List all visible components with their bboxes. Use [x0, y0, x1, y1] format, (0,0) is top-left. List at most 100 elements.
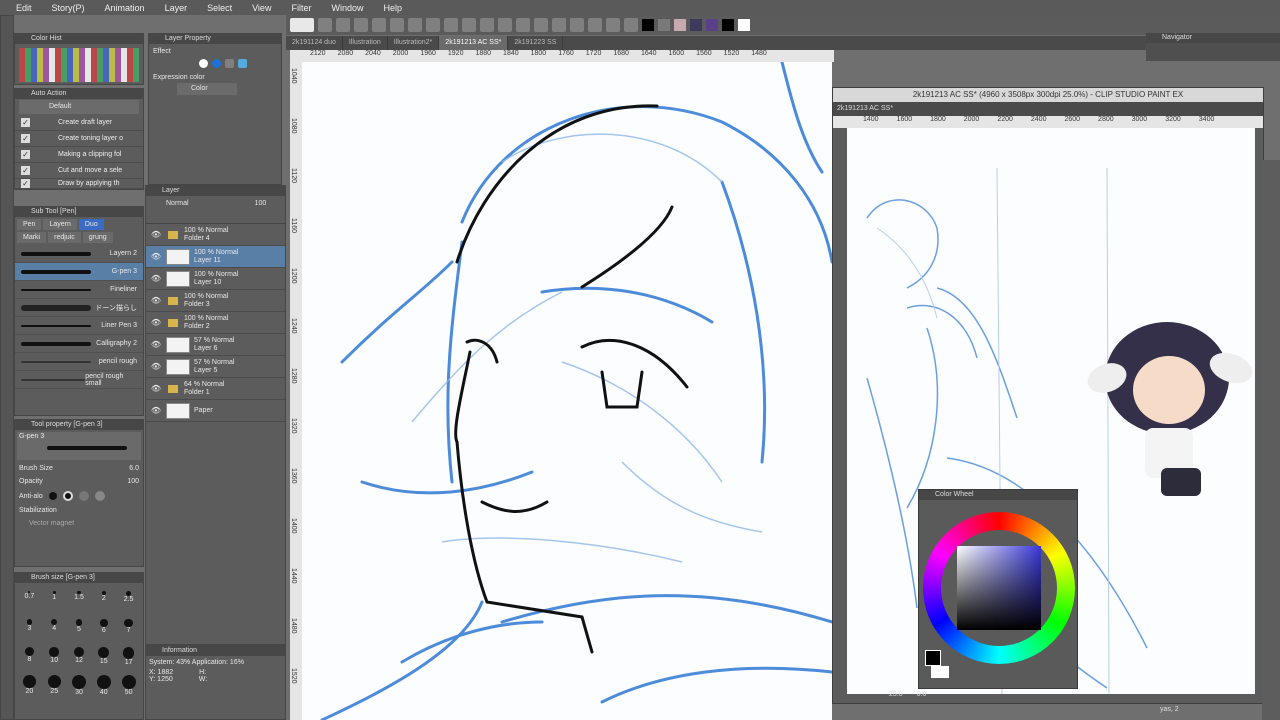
auto-action-item[interactable]: ✓ Create toning layer o: [15, 131, 143, 147]
zoom-value[interactable]: 25.0: [889, 691, 903, 703]
layer-row[interactable]: 👁 57 % Normal Layer 5: [146, 356, 285, 378]
visibility-eye-icon[interactable]: 👁: [150, 406, 162, 415]
zoom-out-icon[interactable]: [444, 18, 458, 32]
checkbox-icon[interactable]: ✓: [21, 166, 30, 175]
expression-color-select[interactable]: Color: [177, 83, 237, 95]
tab-grung[interactable]: grung: [82, 232, 113, 243]
brush-size-option[interactable]: 40: [91, 675, 116, 701]
drawing-canvas[interactable]: [302, 62, 832, 720]
brush-size-value[interactable]: 6.0: [129, 465, 139, 472]
brush-item-selected[interactable]: G-pen 3: [15, 263, 143, 281]
layer-opacity-value[interactable]: 100: [255, 200, 267, 207]
menu-view[interactable]: View: [252, 3, 271, 13]
visibility-eye-icon[interactable]: 👁: [150, 274, 162, 283]
vector-magnet-label[interactable]: Vector magnet: [15, 517, 143, 530]
fill-icon[interactable]: [390, 18, 404, 32]
gradient-tool-icon[interactable]: [624, 18, 638, 32]
brush-size-option[interactable]: 12: [67, 647, 92, 673]
layer-row[interactable]: 👁 57 % Normal Layer 6: [146, 334, 285, 356]
menu-story[interactable]: Story(P): [52, 3, 85, 13]
brush-item[interactable]: Calligraphy 2: [15, 335, 143, 353]
swatch-gray[interactable]: [658, 19, 670, 31]
auto-action-item[interactable]: ✓ Create draft layer: [15, 115, 143, 131]
app-logo-icon[interactable]: [290, 18, 314, 32]
visibility-eye-icon[interactable]: 👁: [150, 362, 162, 371]
visibility-eye-icon[interactable]: 👁: [150, 384, 162, 393]
blend-mode-select[interactable]: Normal: [166, 200, 189, 207]
checkbox-icon[interactable]: ✓: [21, 150, 30, 159]
auto-action-item[interactable]: ✓ Cut and move a sele: [15, 163, 143, 179]
brush-item[interactable]: pencil rough: [15, 353, 143, 371]
layer-row[interactable]: 👁 100 % Normal Folder 2: [146, 312, 285, 334]
opacity-value[interactable]: 100: [127, 478, 139, 485]
visibility-eye-icon[interactable]: 👁: [150, 318, 162, 327]
tab-redjuic[interactable]: redjuic: [48, 232, 81, 243]
menu-window[interactable]: Window: [331, 3, 363, 13]
brush-size-option[interactable]: 15: [91, 647, 116, 673]
brush-item[interactable]: Layern 2: [15, 245, 143, 263]
tab-duo[interactable]: Duo: [78, 219, 104, 230]
tab-layern[interactable]: Layern: [43, 219, 77, 230]
menu-help[interactable]: Help: [383, 3, 402, 13]
swatch-black-2[interactable]: [722, 19, 734, 31]
brush-size-option[interactable]: 25: [42, 675, 67, 701]
transform-icon[interactable]: [408, 18, 422, 32]
visibility-eye-icon[interactable]: 👁: [150, 340, 162, 349]
brush-size-option[interactable]: 20: [17, 675, 42, 701]
tab-document[interactable]: 2k191223 SS: [508, 36, 564, 50]
auto-action-item[interactable]: ✓ Draw by applying th: [15, 179, 143, 189]
tone-effect-icon[interactable]: [212, 59, 221, 68]
tab-document-active[interactable]: 2k191213 AC SS*: [439, 36, 509, 50]
ruler-snap-icon[interactable]: [516, 18, 530, 32]
brush-item[interactable]: ドーン描らし: [15, 299, 143, 317]
layer-row[interactable]: 👁 100 % Normal Layer 10: [146, 268, 285, 290]
menu-animation[interactable]: Animation: [105, 3, 145, 13]
clear-icon[interactable]: [354, 18, 368, 32]
blend-tool-icon[interactable]: [588, 18, 602, 32]
swatch-black[interactable]: [642, 19, 654, 31]
opacity-row[interactable]: Opacity 100: [15, 475, 143, 488]
tab-document[interactable]: Illustration: [343, 36, 388, 50]
brush-size-option[interactable]: 4: [42, 619, 67, 645]
checkbox-icon[interactable]: ✓: [21, 134, 30, 143]
zoom-in-icon[interactable]: [426, 18, 440, 32]
pen-tool-icon[interactable]: [534, 18, 548, 32]
layer-row[interactable]: 👁 64 % Normal Folder 1: [146, 378, 285, 400]
swatch-white[interactable]: [738, 19, 750, 31]
layer-row[interactable]: 👁 Paper: [146, 400, 285, 422]
brush-size-option[interactable]: 2.5: [116, 591, 141, 617]
undo-icon[interactable]: [318, 18, 332, 32]
fill-tool-icon[interactable]: [606, 18, 620, 32]
main-color-swatch[interactable]: [925, 650, 941, 666]
swatch-purple[interactable]: [706, 19, 718, 31]
antialias-mid-icon[interactable]: [78, 491, 89, 501]
visibility-eye-icon[interactable]: 👁: [150, 296, 162, 305]
snap-icon[interactable]: [498, 18, 512, 32]
visibility-eye-icon[interactable]: 👁: [150, 252, 162, 261]
tab-marki[interactable]: Marki: [17, 232, 47, 243]
menu-select[interactable]: Select: [207, 3, 232, 13]
brush-size-option[interactable]: 17: [116, 647, 141, 673]
antialias-weak-icon[interactable]: [62, 491, 73, 501]
pattern-effect-icon[interactable]: [225, 59, 234, 68]
brush-item[interactable]: Fineliner: [15, 281, 143, 299]
layer-row[interactable]: 👁 100 % Normal Folder 4: [146, 224, 285, 246]
brush-size-option[interactable]: 2: [91, 591, 116, 617]
brush-item[interactable]: pencil rough small: [15, 371, 143, 389]
brush-size-option[interactable]: 30: [67, 675, 92, 701]
saturation-value-square[interactable]: [957, 546, 1041, 630]
brush-size-option[interactable]: 8: [17, 647, 42, 673]
brush-item[interactable]: Liner Pen 3: [15, 317, 143, 335]
auto-action-set-select[interactable]: Default: [19, 100, 139, 114]
checkbox-icon[interactable]: ✓: [21, 179, 30, 188]
fit-icon[interactable]: [462, 18, 476, 32]
menu-edit[interactable]: Edit: [16, 3, 32, 13]
stabilization-label[interactable]: Stabilization: [15, 504, 143, 517]
menu-filter[interactable]: Filter: [291, 3, 311, 13]
redo-icon[interactable]: [336, 18, 350, 32]
border-effect-icon[interactable]: [199, 59, 208, 68]
brush-size-option[interactable]: 3: [17, 619, 42, 645]
brush-size-option[interactable]: 0.7: [17, 591, 42, 617]
swatch-pink[interactable]: [674, 19, 686, 31]
layer-color-icon[interactable]: [238, 59, 247, 68]
